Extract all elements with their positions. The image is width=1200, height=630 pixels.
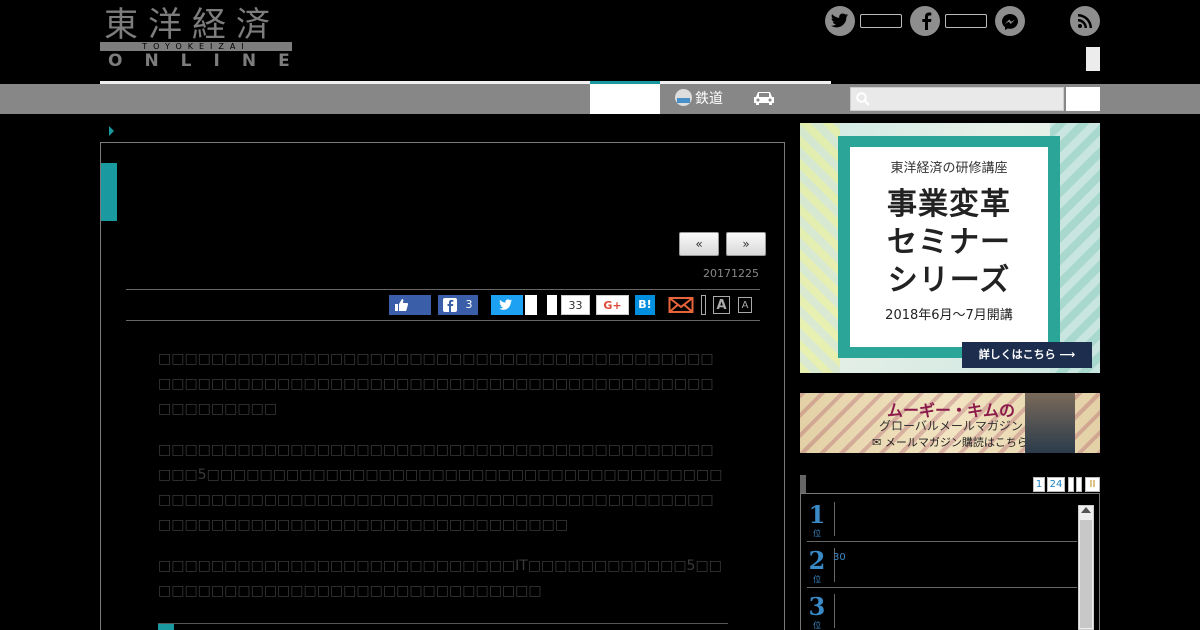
logo-japanese: 東洋経済 — [104, 5, 280, 45]
ranking-tab-5[interactable]: II — [1085, 477, 1100, 492]
section-heading-accent — [158, 624, 174, 630]
car-icon — [754, 92, 774, 105]
nav-item-active[interactable] — [590, 84, 660, 114]
ranking-item[interactable]: 2 位 30 — [807, 542, 1077, 588]
logo-romaji: TOYOKEIZAI — [100, 42, 292, 51]
search-icon — [856, 92, 870, 106]
nav-item-label: 鉄道 — [695, 91, 723, 107]
section-divider — [158, 623, 728, 624]
ranking-number: 2 — [808, 546, 826, 575]
ad-headline-1: 事業変革 — [887, 187, 1011, 222]
facebook-count-box — [945, 14, 987, 28]
share-divider-top — [126, 289, 760, 290]
ranking-tab-24[interactable]: 24 — [1047, 477, 1065, 492]
nav-item-car[interactable] — [752, 84, 776, 114]
seminar-ad-banner[interactable]: 東洋経済の研修講座 事業変革 セミナー シリーズ 2018年6月〜7月開講 詳し… — [800, 123, 1100, 373]
site-logo[interactable]: 東洋経済 TOYOKEIZAI ONLINE — [100, 6, 292, 70]
messenger-icon[interactable] — [995, 6, 1025, 36]
google-plus-button[interactable]: G+ — [596, 295, 629, 315]
ranking-number: 3 — [808, 592, 826, 621]
article-date: 20171225 — [703, 267, 759, 280]
twitter-icon[interactable] — [825, 6, 855, 36]
ranking-tab-1[interactable]: 1 — [1033, 477, 1045, 492]
article-paragraph: □□□□□□□□□□□□□□□□□□□□□□□□□□□□□□□□□□□□□□□□… — [158, 351, 714, 417]
ad-period: 2018年6月〜7月開講 — [885, 308, 1013, 323]
twitter-share-count — [525, 295, 537, 315]
share-divider-bottom — [126, 320, 760, 321]
rss-icon[interactable] — [1070, 6, 1100, 36]
search-button[interactable] — [1066, 87, 1100, 111]
ranking-divider — [834, 502, 835, 536]
search-field[interactable] — [850, 87, 1064, 111]
article-container: « » 20171225 3 33 G+ B! A A □□□□□□□□□□□□… — [100, 142, 785, 630]
ranking-item[interactable]: 1 位 — [807, 496, 1077, 542]
author-photo — [1025, 393, 1075, 453]
article-paragraph: □□□□□□□□□□□□□□□□□□□□□□□□□□□□□□□□□□□□□□□□… — [158, 442, 723, 533]
twitter-count-box — [860, 14, 902, 28]
ranking-suffix: 位 — [813, 529, 821, 538]
article-paragraph: □□□□□□□□□□□□□□□□□□□□□□□□□□□IT□□□□□□□□□□□… — [158, 558, 722, 599]
header-menu-button[interactable] — [1086, 47, 1100, 71]
ad-decoration — [800, 123, 840, 373]
search-input[interactable] — [851, 88, 1063, 110]
ranking-tab-4[interactable] — [1076, 477, 1082, 492]
logo-online: ONLINE — [108, 51, 312, 71]
ranking-list: 1 位 2 位 30 3 位 — [800, 493, 1100, 630]
ranking-title: 30 — [833, 552, 846, 563]
ranking-number: 1 — [808, 500, 826, 529]
ad-title: 東洋経済の研修講座 — [890, 161, 1008, 176]
ad-content: 東洋経済の研修講座 事業変革 セミナー シリーズ 2018年6月〜7月開講 — [850, 147, 1048, 347]
ranking-item[interactable]: 3 位 — [807, 588, 1077, 630]
font-size-small-button[interactable]: A — [738, 297, 752, 313]
hatena-bookmark-count: 33 — [561, 295, 590, 315]
ranking-header: 1 24 II — [800, 475, 1100, 493]
nav-item-railway[interactable]: 鉄道 — [675, 84, 723, 114]
ranking-scroll-thumb[interactable] — [1080, 520, 1092, 628]
facebook-share-count: 3 — [465, 298, 473, 311]
ad-subscribe-link[interactable]: ✉ メールマガジン購読はこちら — [850, 434, 1050, 450]
facebook-share-button[interactable]: 3 — [438, 295, 478, 315]
hatena-bookmark-button[interactable]: B! — [635, 295, 655, 315]
facebook-icon[interactable] — [910, 6, 940, 36]
ranking-divider — [834, 594, 835, 628]
font-size-large-button[interactable]: A — [713, 296, 730, 314]
mail-icon — [668, 297, 694, 313]
twitter-share-button[interactable] — [491, 295, 523, 315]
share-separator — [701, 295, 706, 315]
mail-share-button[interactable] — [668, 295, 694, 315]
article-title-accent — [101, 163, 117, 221]
scroll-up-icon[interactable] — [1081, 507, 1091, 513]
ranking-header-accent — [800, 475, 806, 493]
breadcrumb-arrow-icon — [109, 126, 114, 136]
ranking-tab-3[interactable] — [1068, 477, 1074, 492]
ad-headline-2: セミナー — [887, 225, 1011, 260]
ad-headline-3: シリーズ — [887, 263, 1011, 298]
ad-subtitle: グローバルメールマガジン — [879, 419, 1023, 433]
prev-page-button[interactable]: « — [679, 232, 719, 256]
next-page-button[interactable]: » — [726, 232, 766, 256]
train-icon — [675, 89, 692, 106]
facebook-like-button[interactable] — [389, 295, 431, 315]
hatena-count-pointer — [547, 295, 557, 315]
ranking-suffix: 位 — [813, 575, 821, 584]
ranking-suffix: 位 — [813, 621, 821, 630]
ad-details-button[interactable]: 詳しくはこちら ⟶ — [962, 342, 1092, 368]
